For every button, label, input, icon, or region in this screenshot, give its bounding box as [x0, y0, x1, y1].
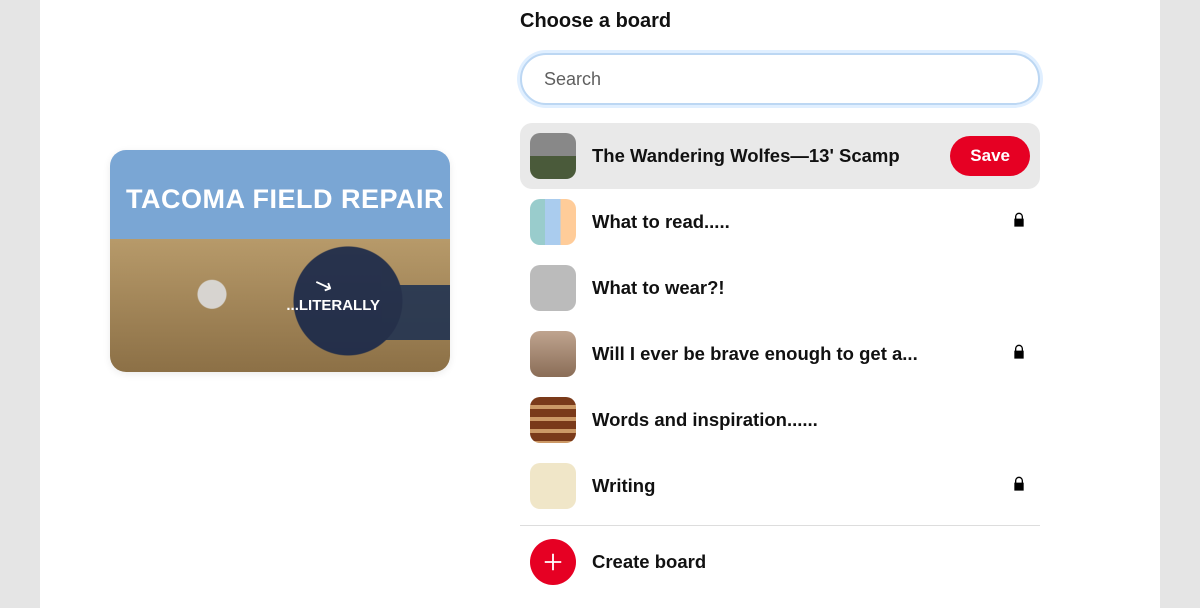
board-thumbnail [530, 331, 576, 377]
plus-icon [530, 539, 576, 585]
search-input[interactable] [520, 53, 1040, 105]
board-name: What to read..... [592, 211, 992, 233]
board-picker: Choose a board The Wandering Wolfes—13' … [480, 0, 1120, 608]
board-name: The Wandering Wolfes—13' Scamp [592, 145, 934, 167]
board-thumbnail [530, 265, 576, 311]
pin-overlay-title: TACOMA FIELD REPAIR [126, 184, 444, 215]
board-list: The Wandering Wolfes—13' Scamp Save What t… [520, 123, 1040, 519]
board-thumbnail [530, 199, 576, 245]
create-board-label: Create board [592, 551, 706, 573]
board-thumbnail [530, 463, 576, 509]
board-row[interactable]: Writing [520, 453, 1040, 519]
board-row[interactable]: The Wandering Wolfes—13' Scamp Save [520, 123, 1040, 189]
board-thumbnail [530, 397, 576, 443]
board-name: Will I ever be brave enough to get a... [592, 343, 992, 365]
board-thumbnail [530, 133, 576, 179]
arrow-icon: ↘ [310, 270, 336, 301]
board-row[interactable]: Will I ever be brave enough to get a... [520, 321, 1040, 387]
board-name: Words and inspiration...... [592, 409, 1030, 431]
board-name: Writing [592, 475, 992, 497]
save-to-board-modal: TACOMA FIELD REPAIR ↘ ...LITERALLY Choos… [40, 0, 1160, 608]
board-row[interactable]: Words and inspiration...... [520, 387, 1040, 453]
create-board-row[interactable]: Create board [520, 530, 1040, 594]
save-button[interactable]: Save [950, 136, 1030, 176]
divider [520, 525, 1040, 526]
board-row[interactable]: What to wear?! [520, 255, 1040, 321]
lock-icon [1008, 212, 1030, 233]
pin-preview-image: TACOMA FIELD REPAIR ↘ ...LITERALLY [110, 150, 450, 372]
pin-overlay-subtitle: ...LITERALLY [286, 297, 380, 314]
pin-preview-column: TACOMA FIELD REPAIR ↘ ...LITERALLY [80, 0, 480, 608]
lock-icon [1008, 476, 1030, 497]
lock-icon [1008, 344, 1030, 365]
board-row[interactable]: What to read..... [520, 189, 1040, 255]
board-name: What to wear?! [592, 277, 1030, 299]
choose-board-heading: Choose a board [520, 10, 1120, 33]
